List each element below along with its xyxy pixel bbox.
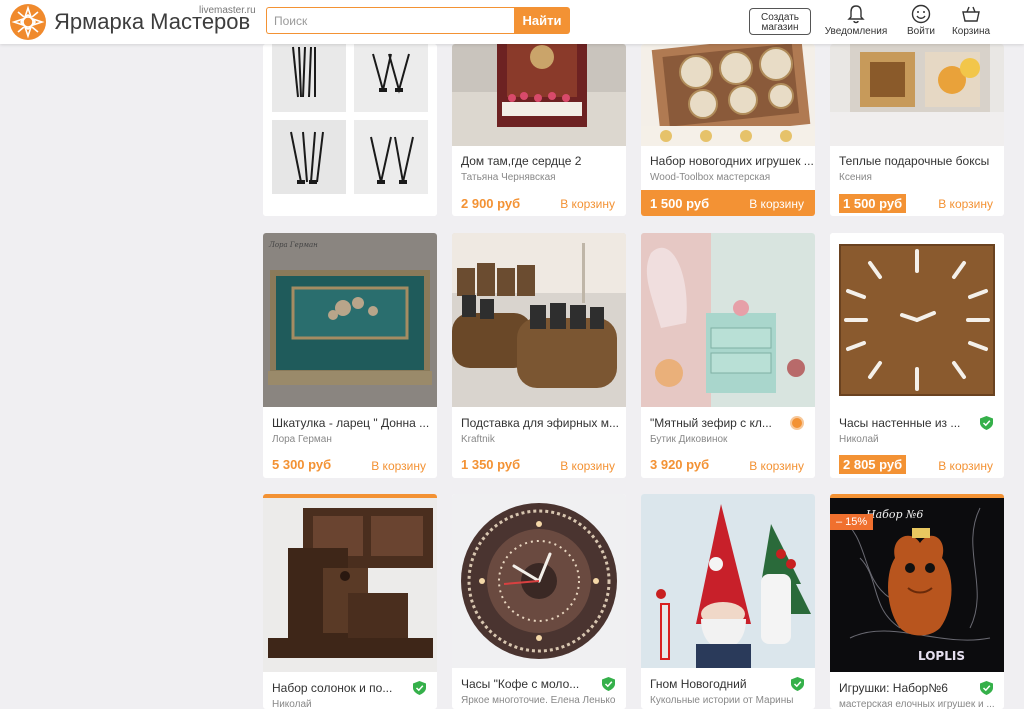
product-title[interactable]: Гном Новогодний — [650, 677, 747, 691]
product-card[interactable]: Часы настенные из ... Николай 2 805 руб … — [830, 233, 1004, 478]
shop-name[interactable]: Бутик Диковинок — [650, 434, 727, 445]
product-image[interactable] — [452, 494, 626, 668]
shop-name[interactable]: Кукольные истории от Марины — [650, 695, 793, 706]
product-price: 1 500 руб — [839, 194, 907, 213]
product-title[interactable]: Теплые подарочные боксы — [839, 154, 989, 168]
create-shop-button[interactable]: Создать магазин — [749, 8, 811, 35]
product-image[interactable] — [452, 233, 626, 407]
product-image[interactable]: Лора Герман — [263, 233, 437, 407]
search-button[interactable]: Найти — [514, 7, 570, 34]
brand-domain: livemaster.ru — [199, 5, 256, 16]
product-card[interactable]: Набор солонок и по... Николай — [263, 494, 437, 709]
site-header: Ярмарка Мастеров livemaster.ru Найти Соз… — [0, 0, 1024, 44]
product-title[interactable]: Игрушки: Набор№6 — [839, 681, 948, 695]
product-title[interactable]: Набор солонок и по... — [272, 681, 392, 695]
image-watermark: LOPLIS — [918, 649, 965, 663]
product-card[interactable] — [263, 44, 437, 216]
cart-button[interactable]: Корзина — [950, 4, 992, 37]
shop-name[interactable]: Николай — [839, 434, 879, 445]
product-card[interactable]: Набор №6 LOPLIS – 15% Игрушки: Набор№6 м… — [830, 494, 1004, 709]
verified-shield-icon — [602, 677, 615, 691]
product-card[interactable]: Набор новогодних игрушек ... Wood-Toolbo… — [641, 44, 815, 216]
add-to-cart-button[interactable]: В корзину — [560, 459, 615, 473]
product-image[interactable] — [263, 44, 437, 216]
shop-name[interactable]: Лора Герман — [272, 434, 332, 445]
product-title[interactable]: Дом там,где сердце 2 — [461, 154, 581, 168]
product-title[interactable]: Набор новогодних игрушек ... — [650, 154, 814, 168]
image-sign-text: Набор №6 — [865, 508, 923, 521]
shop-name[interactable]: Николай — [272, 699, 312, 709]
product-image[interactable] — [830, 44, 1004, 146]
product-title[interactable]: Часы "Кофе с моло... — [461, 677, 579, 691]
product-card[interactable]: "Мятный зефир с кл... Бутик Диковинок 3 … — [641, 233, 815, 478]
bell-icon — [847, 5, 865, 24]
logo-icon[interactable] — [10, 4, 46, 40]
product-image[interactable] — [641, 44, 815, 146]
add-to-cart-button[interactable]: В корзину — [749, 459, 804, 473]
add-to-cart-button[interactable]: В корзину — [938, 459, 993, 473]
verified-shield-icon — [791, 677, 804, 691]
add-to-cart-button[interactable]: В корзину — [560, 197, 615, 211]
product-image[interactable] — [641, 494, 815, 668]
product-card[interactable]: Лора Герман Шкатулка - ларец " Донна ...… — [263, 233, 437, 478]
product-card[interactable]: Гном Новогодний Кукольные истории от Мар… — [641, 494, 815, 709]
shop-name[interactable]: Ксения — [839, 172, 872, 183]
add-to-cart-button[interactable]: В корзину — [938, 197, 993, 211]
product-image[interactable] — [263, 498, 437, 672]
product-card[interactable]: Часы "Кофе с моло... Яркое многоточие. Е… — [452, 494, 626, 709]
add-to-cart-button[interactable]: В корзину — [371, 459, 426, 473]
product-card[interactable]: Дом там,где сердце 2 Татьяна Чернявская … — [452, 44, 626, 216]
login-label: Войти — [907, 26, 935, 37]
image-signature: Лора Герман — [268, 241, 318, 249]
product-price: 2 900 руб — [461, 196, 521, 211]
product-title[interactable]: "Мятный зефир с кл... — [650, 416, 772, 430]
shop-name[interactable]: мастерская елочных игрушек и ... — [839, 699, 995, 709]
shop-badge-icon — [790, 416, 804, 430]
discount-badge: – 15% — [830, 514, 874, 530]
cart-label: Корзина — [951, 26, 991, 37]
shop-name[interactable]: Kraftnik — [461, 434, 495, 445]
product-image[interactable] — [452, 44, 626, 146]
product-price: 1 500 руб — [650, 196, 710, 211]
shop-name[interactable]: Яркое многоточие. Елена Ленько — [461, 695, 615, 706]
add-to-cart-button[interactable]: В корзину — [749, 197, 804, 211]
basket-icon — [962, 6, 980, 22]
product-price: 1 350 руб — [461, 457, 521, 472]
search-input[interactable] — [266, 7, 514, 34]
login-button[interactable]: Войти — [904, 4, 938, 37]
product-price: 3 920 руб — [650, 457, 710, 472]
product-image[interactable] — [641, 233, 815, 407]
smile-icon — [911, 4, 931, 24]
product-card[interactable]: Подставка для эфирных м... Kraftnik 1 35… — [452, 233, 626, 478]
notifications-label: Уведомления — [824, 26, 888, 37]
price-strip: 1 500 руб В корзину — [641, 190, 815, 216]
verified-shield-icon — [980, 416, 993, 430]
product-title[interactable]: Подставка для эфирных м... — [461, 416, 619, 430]
shop-name[interactable]: Wood-Toolbox мастерская — [650, 172, 770, 183]
product-title[interactable]: Часы настенные из ... — [839, 416, 960, 430]
product-price: 5 300 руб — [272, 457, 332, 472]
shop-name[interactable]: Татьяна Чернявская — [461, 172, 556, 183]
product-card[interactable]: Теплые подарочные боксы Ксения 1 500 руб… — [830, 44, 1004, 216]
product-title[interactable]: Шкатулка - ларец " Донна ... — [272, 416, 429, 430]
notifications-button[interactable]: Уведомления — [823, 4, 889, 37]
product-image[interactable] — [830, 233, 1004, 407]
verified-shield-icon — [413, 681, 426, 695]
verified-shield-icon — [980, 681, 993, 695]
product-price: 2 805 руб — [839, 455, 907, 474]
